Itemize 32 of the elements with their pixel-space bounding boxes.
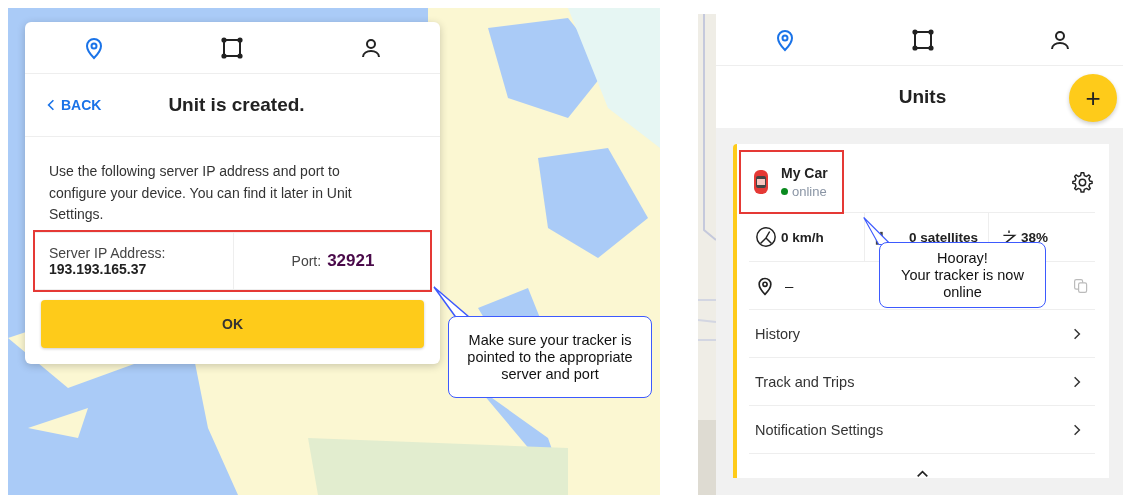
copy-icon[interactable]: [1073, 277, 1089, 294]
back-link[interactable]: BACK: [47, 97, 102, 113]
unit-status: online: [792, 184, 827, 199]
menu-item[interactable]: History: [749, 310, 1095, 358]
add-button[interactable]: +: [1069, 74, 1117, 122]
battery-value: 38%: [1021, 229, 1049, 245]
chevron-right-icon: [1073, 422, 1081, 437]
speed-value: 0 km/h: [781, 229, 824, 245]
chevron-up-icon[interactable]: [915, 470, 929, 478]
unit-name: My Car: [781, 165, 828, 181]
dialog-title: Unit is created.: [168, 94, 305, 116]
ok-button[interactable]: OK: [41, 299, 424, 348]
port-label: Port:: [291, 252, 322, 269]
panel-title: Units: [898, 86, 947, 108]
callout-tooltip: Make sure your tracker is pointed to the appropriate server and port: [448, 316, 652, 398]
chevron-right-icon: [1073, 374, 1081, 389]
location-pin-icon: [755, 275, 775, 296]
settings-icon[interactable]: [1071, 171, 1093, 193]
callout-tooltip: Hooray! Your tracker is now online: [879, 242, 1046, 308]
chevron-right-icon: [1073, 326, 1081, 341]
ip-label: Server IP Address:: [49, 244, 167, 261]
location-value: –: [785, 277, 794, 294]
menu-item[interactable]: Track and Trips: [749, 358, 1095, 406]
menu-item[interactable]: Notification Settings: [749, 406, 1095, 454]
instruction-text: Use the following server IP address and port to configure your device. You can find it later in Unit Settings.: [49, 162, 353, 224]
speedometer-icon: [755, 226, 777, 248]
car-icon: [753, 169, 769, 195]
port-value: 32921: [327, 250, 375, 271]
chevron-left-icon: [47, 99, 55, 111]
ip-value: 193.193.165.37: [49, 260, 148, 277]
satellites-value: 0 satellites: [909, 229, 979, 245]
unit-header[interactable]: My Car online: [741, 152, 842, 212]
